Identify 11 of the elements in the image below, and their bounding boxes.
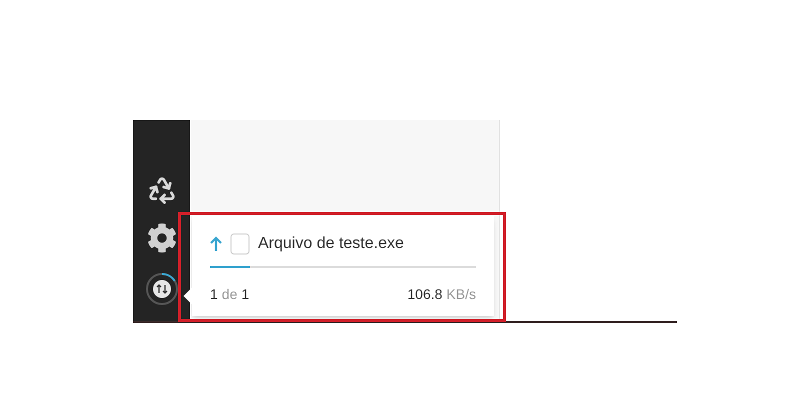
transfer-speed: 106.8 bbox=[407, 285, 442, 304]
transfer-status-icon[interactable] bbox=[144, 271, 180, 307]
transfer-count: 1 bbox=[210, 285, 218, 304]
transfer-total: 1 bbox=[241, 285, 250, 304]
file-name: Arquivo de teste.exe bbox=[258, 234, 404, 254]
upload-arrow-icon bbox=[210, 236, 222, 252]
recycle-icon[interactable] bbox=[146, 175, 176, 205]
settings-icon[interactable] bbox=[146, 223, 176, 253]
count-separator: de bbox=[222, 285, 238, 304]
file-icon bbox=[230, 233, 250, 255]
speed-unit: KB/s bbox=[446, 285, 476, 304]
